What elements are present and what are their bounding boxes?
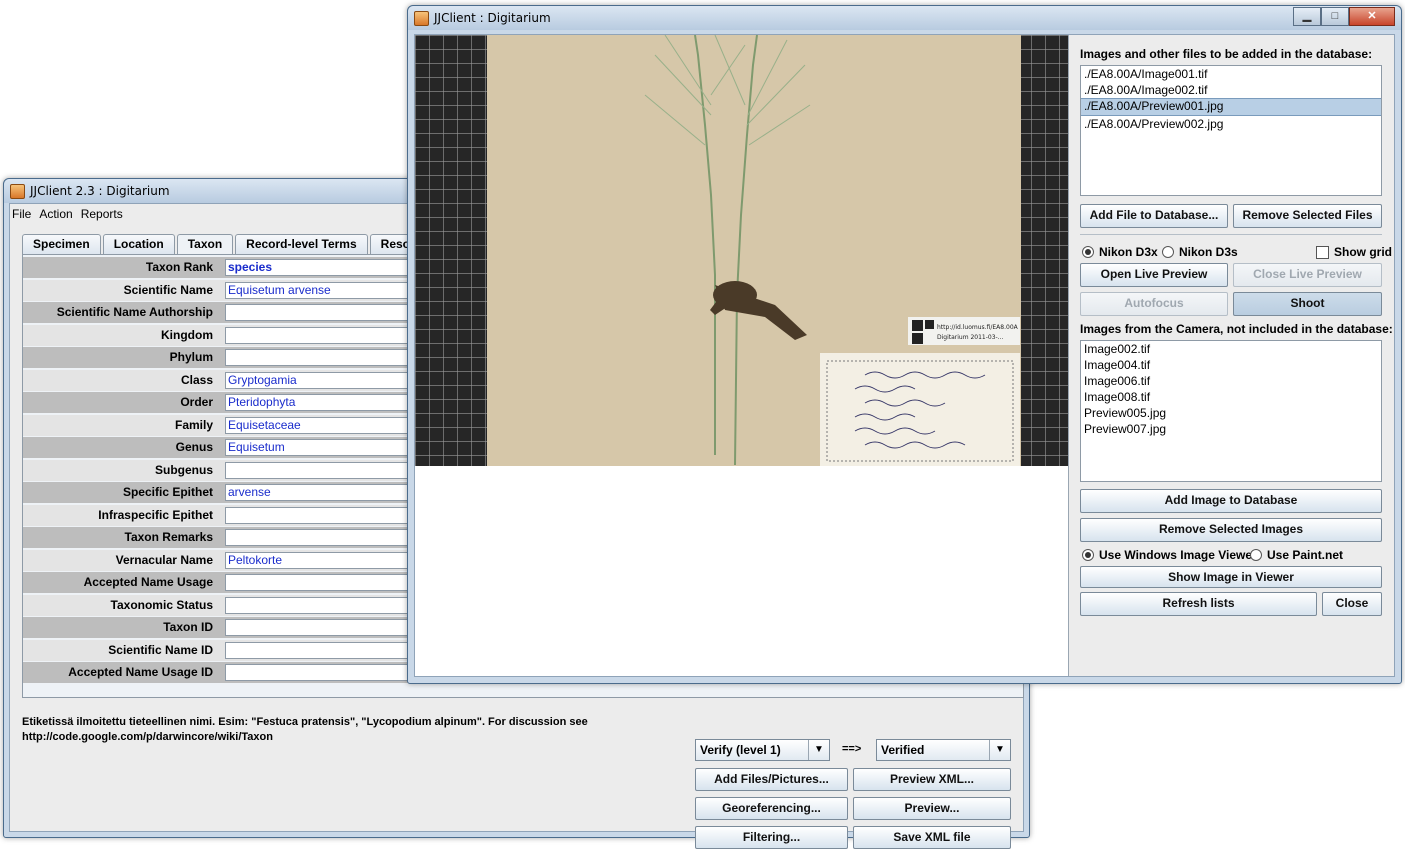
menu-file[interactable]: File (12, 204, 31, 224)
camera-window-client: http://id.luomus.fi/EA8.00A Digitarium 2… (414, 34, 1395, 677)
show-grid-label: Show grid (1334, 245, 1392, 259)
show-grid-checkbox[interactable]: Show grid (1316, 245, 1392, 259)
camera-radio-d3x-label: Nikon D3x (1099, 245, 1158, 259)
camera-image-item[interactable]: Image002.tif (1081, 341, 1381, 357)
java-cup-icon (414, 11, 429, 26)
verified-value: Verified (881, 743, 925, 757)
help-text-line-1: Etiketissä ilmoitettu tieteellinen nimi.… (22, 716, 588, 728)
verified-combo[interactable]: Verified ▼ (876, 739, 1011, 761)
camera-control-panel: Images and other files to be added in th… (1069, 35, 1394, 676)
form-field-label: Specific Epithet (122, 485, 213, 499)
form-field-label: Taxonomic Status (110, 597, 213, 612)
preview-xml-button[interactable]: Preview XML... (853, 768, 1011, 791)
close-live-preview-button[interactable]: Close Live Preview (1233, 263, 1382, 287)
tab-taxon[interactable]: Taxon (176, 234, 234, 254)
shoot-button[interactable]: Shoot (1233, 292, 1382, 316)
files-to-add-list[interactable]: ./EA8.00A/Image001.tif ./EA8.00A/Image00… (1080, 65, 1382, 196)
show-image-in-viewer-button[interactable]: Show Image in Viewer (1080, 566, 1382, 588)
help-text-line-2: http://code.google.com/p/darwincore/wiki… (22, 731, 273, 743)
form-field-label: Phylum (169, 350, 213, 364)
files-to-add-label: Images and other files to be added in th… (1080, 47, 1373, 61)
checkbox-icon (1316, 245, 1329, 259)
tab-specimen[interactable]: Specimen (22, 234, 101, 254)
camera-window-title: JJClient : Digitarium (434, 11, 551, 25)
file-list-item[interactable]: ./EA8.00A/Image001.tif (1081, 66, 1381, 82)
close-icon[interactable]: ✕ (1349, 7, 1395, 26)
form-field-label: Scientific Name ID (108, 642, 213, 657)
preview-button[interactable]: Preview... (853, 797, 1011, 820)
image-stamp-date: Digitarium 2011-03-... (937, 334, 1004, 341)
image-stamp-url: http://id.luomus.fi/EA8.00A (937, 324, 1019, 331)
camera-image-item[interactable]: Preview005.jpg (1081, 405, 1381, 421)
autofocus-button[interactable]: Autofocus (1080, 292, 1228, 316)
chevron-down-icon: ▼ (989, 740, 1010, 760)
viewer-radio-paintnet-label: Use Paint.net (1267, 548, 1344, 562)
file-list-item[interactable]: ./EA8.00A/Image002.tif (1081, 82, 1381, 98)
add-image-to-database-button[interactable]: Add Image to Database (1080, 489, 1382, 513)
minimize-icon[interactable]: ▁ (1293, 7, 1321, 26)
tab-strip: Specimen Location Taxon Record-level Ter… (22, 234, 467, 254)
chevron-down-icon: ▼ (808, 740, 829, 760)
save-xml-button[interactable]: Save XML file (853, 826, 1011, 849)
camera-images-list[interactable]: Image002.tif Image004.tif Image006.tif I… (1080, 340, 1382, 482)
separator (1080, 234, 1382, 235)
form-field-label: Taxon Rank (145, 260, 213, 274)
main-window-title: JJClient 2.3 : Digitarium (30, 184, 170, 198)
form-field-label: Infraspecific Epithet (98, 507, 213, 522)
herbarium-specimen-image: http://id.luomus.fi/EA8.00A Digitarium 2… (415, 35, 1068, 466)
camera-image-item[interactable]: Image008.tif (1081, 389, 1381, 405)
form-field-label: Family (174, 417, 213, 432)
camera-window-titlebar[interactable]: JJClient : Digitarium ▁ □ ✕ (408, 6, 1401, 30)
form-field-label: Taxon ID (163, 620, 213, 634)
camera-images-label: Images from the Camera, not included in … (1080, 322, 1393, 336)
refresh-lists-button[interactable]: Refresh lists (1080, 592, 1317, 616)
close-button[interactable]: Close (1322, 592, 1382, 616)
digitarium-camera-window: JJClient : Digitarium ▁ □ ✕ http://id.lu… (407, 5, 1402, 684)
java-cup-icon (10, 184, 25, 199)
camera-radio-d3s-label: Nikon D3s (1179, 245, 1238, 259)
radio-selected-icon (1082, 549, 1094, 561)
open-live-preview-button[interactable]: Open Live Preview (1080, 263, 1228, 287)
form-field-label: Class (180, 372, 213, 387)
georeferencing-button[interactable]: Georeferencing... (695, 797, 848, 820)
file-list-item[interactable]: ./EA8.00A/Preview002.jpg (1081, 116, 1381, 132)
viewer-radio-windows[interactable]: Use Windows Image Viewer (1082, 548, 1257, 562)
form-field-label: Scientific Name (123, 282, 213, 297)
camera-image-item[interactable]: Preview007.jpg (1081, 421, 1381, 437)
camera-radio-d3x[interactable]: Nikon D3x (1082, 245, 1158, 259)
form-field-label: Taxon Remarks (124, 530, 213, 544)
form-field-label: Accepted Name Usage (83, 575, 213, 589)
remove-selected-files-button[interactable]: Remove Selected Files (1233, 204, 1382, 228)
form-field-label: Kingdom (161, 327, 213, 342)
radio-unselected-icon (1162, 246, 1174, 258)
window-controls: ▁ □ ✕ (1293, 7, 1395, 26)
camera-image-item[interactable]: Image006.tif (1081, 373, 1381, 389)
form-field-label: Vernacular Name (115, 552, 213, 567)
viewer-radio-paintnet[interactable]: Use Paint.net (1250, 548, 1343, 562)
form-field-label: Genus (175, 440, 213, 454)
maximize-icon[interactable]: □ (1321, 7, 1349, 26)
menu-action[interactable]: Action (39, 204, 72, 224)
radio-selected-icon (1082, 246, 1094, 258)
verify-arrow: ==> (842, 743, 862, 755)
radio-unselected-icon (1250, 549, 1262, 561)
menu-reports[interactable]: Reports (81, 204, 123, 224)
add-files-button[interactable]: Add Files/Pictures... (695, 768, 848, 791)
file-list-item-selected[interactable]: ./EA8.00A/Preview001.jpg (1081, 98, 1381, 116)
specimen-image-viewer[interactable]: http://id.luomus.fi/EA8.00A Digitarium 2… (415, 35, 1069, 676)
tab-location[interactable]: Location (102, 234, 175, 254)
form-field-label: Subgenus (154, 462, 213, 477)
viewer-radio-windows-label: Use Windows Image Viewer (1099, 548, 1257, 562)
camera-image-item[interactable]: Image004.tif (1081, 357, 1381, 373)
form-field-label: Order (180, 395, 213, 409)
verify-level-value: Verify (level 1) (700, 743, 781, 757)
add-file-to-database-button[interactable]: Add File to Database... (1080, 204, 1228, 228)
filtering-button[interactable]: Filtering... (695, 826, 848, 849)
form-field-label: Scientific Name Authorship (56, 305, 213, 319)
verify-level-combo[interactable]: Verify (level 1) ▼ (695, 739, 830, 761)
camera-radio-d3s[interactable]: Nikon D3s (1162, 245, 1238, 259)
form-field-label: Accepted Name Usage ID (68, 665, 213, 679)
remove-selected-images-button[interactable]: Remove Selected Images (1080, 518, 1382, 542)
tab-record-level-terms[interactable]: Record-level Terms (235, 234, 368, 254)
